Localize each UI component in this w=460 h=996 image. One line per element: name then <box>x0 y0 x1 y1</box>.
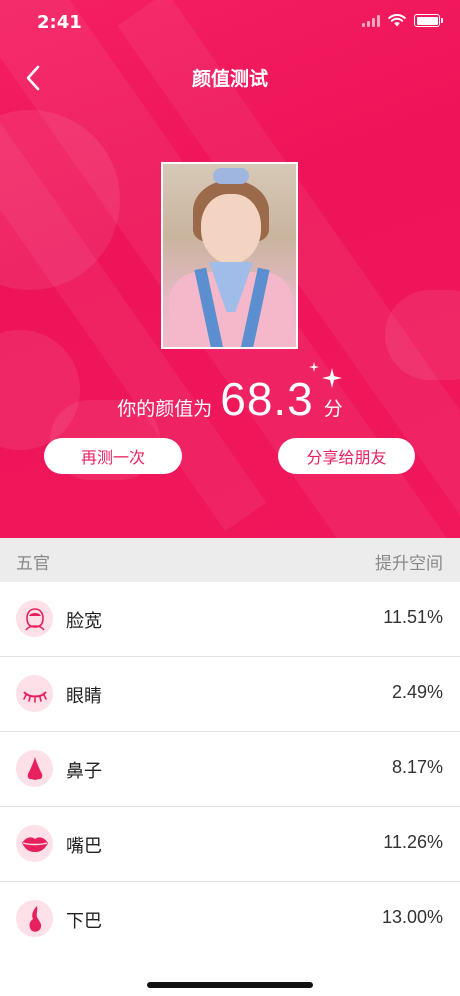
feature-name: 鼻子 <box>66 761 102 782</box>
feature-list: 脸宽 11.51% 眼睛 2.49% 鼻子 8.17% 嘴巴 11.26% 下巴… <box>0 582 460 957</box>
user-photo <box>161 162 298 349</box>
table-header: 五官 提升空间 <box>0 538 460 582</box>
cellular-signal-icon <box>362 14 380 27</box>
page-title: 颜值测试 <box>191 68 268 90</box>
header-improvement: 提升空间 <box>375 554 443 574</box>
nose-icon <box>16 750 53 787</box>
battery-icon <box>414 14 443 27</box>
list-item-chin[interactable]: 下巴 13.00% <box>0 882 460 957</box>
wifi-icon <box>388 14 406 27</box>
feature-value: 11.51% <box>383 607 443 627</box>
feature-value: 2.49% <box>391 682 443 702</box>
face-icon <box>16 600 53 637</box>
list-item-nose[interactable]: 鼻子 8.17% <box>0 732 460 807</box>
share-button[interactable]: 分享给朋友 <box>278 438 415 474</box>
feature-value: 8.17% <box>391 757 443 777</box>
sparkle-icon <box>309 362 342 388</box>
home-indicator <box>147 982 313 988</box>
eye-icon <box>16 675 53 712</box>
chin-icon <box>16 900 53 937</box>
score-suffix: 分 <box>323 398 343 420</box>
feature-value: 11.26% <box>383 832 443 852</box>
status-icons <box>362 14 443 27</box>
feature-name: 嘴巴 <box>66 836 102 857</box>
feature-name: 脸宽 <box>66 611 102 632</box>
score-value: 68.3 <box>220 373 314 425</box>
score-line: 你的颜值为 68.3 分 <box>0 372 460 426</box>
list-item-face-width[interactable]: 脸宽 11.51% <box>0 582 460 657</box>
list-item-eyes[interactable]: 眼睛 2.49% <box>0 657 460 732</box>
retest-button[interactable]: 再测一次 <box>44 438 182 474</box>
list-item-mouth[interactable]: 嘴巴 11.26% <box>0 807 460 882</box>
feature-name: 下巴 <box>66 911 102 932</box>
header-features: 五官 <box>16 554 50 574</box>
status-bar: 2:41 <box>0 0 460 44</box>
feature-value: 13.00% <box>381 907 443 927</box>
feature-name: 眼睛 <box>66 686 102 707</box>
score-prefix: 你的颜值为 <box>117 398 213 420</box>
status-time: 2:41 <box>37 12 82 33</box>
lips-icon <box>16 825 53 862</box>
